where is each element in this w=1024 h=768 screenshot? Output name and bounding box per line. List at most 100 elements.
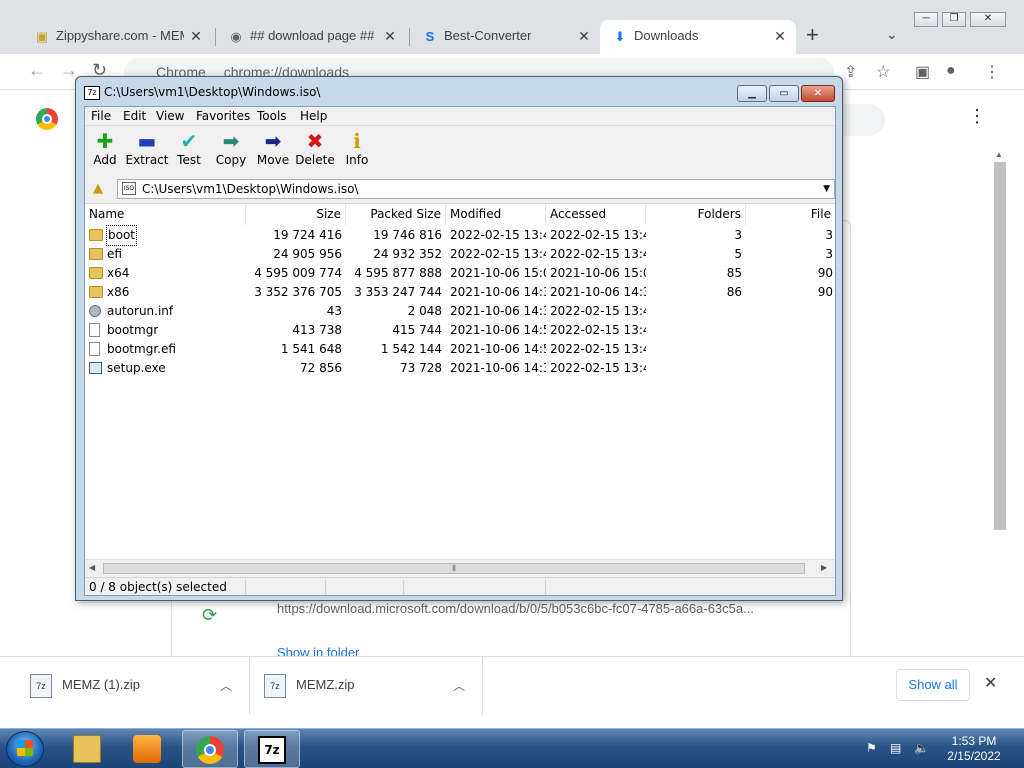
- file-list[interactable]: Name Size Packed Size Modified Accessed …: [85, 203, 835, 571]
- test-button[interactable]: ✔ Test: [167, 129, 211, 167]
- file-size: 72 856: [300, 361, 342, 375]
- download-url[interactable]: https://download.microsoft.com/download/…: [277, 601, 754, 616]
- menu-edit[interactable]: Edit: [123, 109, 146, 123]
- file-modified: 2021-10-06 14:38: [450, 285, 546, 299]
- file-row-efi[interactable]: efi 24 905 956 24 932 352 2022-02-15 13:47 2…: [85, 245, 835, 264]
- move-button[interactable]: ➡ Move: [251, 129, 295, 167]
- scrollbar-thumb[interactable]: [994, 162, 1006, 530]
- tab-download-page[interactable]: ◉ ## download page ## ✕: [216, 20, 406, 54]
- system-clock[interactable]: 1:53 PM 2/15/2022: [944, 734, 1004, 764]
- more-actions-icon[interactable]: ⋮: [968, 106, 986, 127]
- file-row-boot[interactable]: boot 19 724 416 19 746 816 2022-02-15 13:47…: [85, 225, 835, 246]
- close-window-button[interactable]: ✕: [801, 85, 835, 102]
- file-modified: 2021-10-06 14:59: [450, 323, 546, 337]
- status-bar: 0 / 8 object(s) selected: [85, 577, 835, 596]
- toolbar-label: Add: [93, 153, 117, 167]
- menu-tools[interactable]: Tools: [257, 109, 287, 123]
- file-row-bootmgr[interactable]: bootmgr 413 738 415 744 2021-10-06 14:59 202…: [85, 321, 835, 340]
- shelf-item[interactable]: 7z MEMZ.zip ︿: [250, 657, 483, 715]
- close-tab-icon[interactable]: ✕: [576, 20, 592, 52]
- show-all-button[interactable]: Show all: [896, 669, 970, 701]
- file-row-setup-exe[interactable]: setup.exe 72 856 73 728 2021-10-06 14:36 202…: [85, 359, 835, 378]
- shelf-item[interactable]: 7z MEMZ (1).zip ︿: [0, 657, 250, 715]
- profile-icon[interactable]: ●: [946, 62, 956, 80]
- column-header-size[interactable]: Size: [246, 204, 346, 225]
- tab-best-converter[interactable]: S Best-Converter ✕: [410, 20, 600, 54]
- taskbar-media-player[interactable]: [120, 730, 176, 768]
- taskbar-explorer[interactable]: [60, 730, 116, 768]
- file-row-x86[interactable]: x86 3 352 376 705 3 353 247 744 2021-10-06 …: [85, 283, 835, 302]
- column-header-folders[interactable]: Folders: [646, 204, 746, 225]
- file-accessed: 2022-02-15 13:47: [550, 342, 646, 356]
- file-packed: 24 932 352: [373, 247, 442, 261]
- chevron-up-icon[interactable]: ︿: [453, 677, 465, 694]
- file-modified: 2021-10-06 15:02: [450, 266, 546, 280]
- menu-icon[interactable]: ⋮: [984, 62, 1000, 82]
- back-icon[interactable]: ←: [28, 60, 46, 81]
- tab-downloads[interactable]: ⬇ Downloads ✕: [600, 20, 796, 54]
- close-window-button[interactable]: ✕: [970, 12, 1006, 27]
- volume-icon[interactable]: 🔈: [914, 741, 929, 755]
- scrollbar-thumb[interactable]: ⦀: [103, 563, 805, 574]
- maximize-button[interactable]: ❐: [942, 12, 966, 27]
- minimize-button[interactable]: ▁: [737, 85, 767, 102]
- info-button[interactable]: ℹ Info: [335, 129, 379, 167]
- network-icon[interactable]: ▤: [890, 741, 901, 755]
- horizontal-scrollbar[interactable]: ◀ ⦀ ▶: [85, 559, 835, 576]
- toolbar-label: Delete: [295, 153, 335, 167]
- close-shelf-button[interactable]: ✕: [984, 673, 997, 693]
- menu-help[interactable]: Help: [300, 109, 327, 123]
- extract-button[interactable]: ▬ Extract: [125, 129, 169, 167]
- file-accessed: 2022-02-15 13:47: [550, 361, 646, 375]
- file-files: 3: [825, 247, 833, 261]
- column-header-packed-size[interactable]: Packed Size: [346, 204, 446, 225]
- file-accessed: 2022-02-15 13:47: [550, 228, 646, 242]
- path-combobox[interactable]: ISO C:\Users\vm1\Desktop\Windows.iso\ ▼: [117, 179, 835, 199]
- tab-search-icon[interactable]: ⌄: [886, 26, 898, 43]
- page-scrollbar[interactable]: ▲ ▼: [992, 150, 1008, 711]
- scroll-right-arrow-icon[interactable]: ▶: [821, 563, 827, 572]
- file-packed: 2 048: [407, 304, 442, 318]
- chevron-down-icon[interactable]: ▼: [823, 180, 830, 198]
- menu-file[interactable]: File: [91, 109, 111, 123]
- add-icon: ✚: [96, 129, 114, 153]
- chevron-up-icon[interactable]: ︿: [220, 677, 232, 694]
- file-row-x64[interactable]: x64 4 595 009 774 4 595 877 888 2021-10-06 …: [85, 264, 835, 283]
- file-row-autorun-inf[interactable]: autorun.inf 43 2 048 2021-10-06 14:36 2022-0…: [85, 302, 835, 321]
- column-header-files[interactable]: File: [746, 204, 835, 225]
- close-tab-icon[interactable]: ✕: [188, 20, 204, 52]
- bookmark-star-icon[interactable]: ☆: [876, 62, 890, 82]
- close-tab-icon[interactable]: ✕: [772, 20, 788, 52]
- delete-button[interactable]: ✖ Delete: [293, 129, 337, 167]
- action-center-flag-icon[interactable]: ⚑: [866, 741, 877, 755]
- folder-up-icon[interactable]: ▲: [89, 180, 107, 198]
- new-tab-button[interactable]: +: [806, 24, 819, 46]
- file-name: boot: [105, 225, 138, 246]
- maximize-button[interactable]: ▭: [769, 85, 799, 102]
- zippyshare-icon: ▣: [35, 29, 49, 44]
- menu-favorites[interactable]: Favorites: [196, 109, 250, 123]
- scroll-up-arrow-icon[interactable]: ▲: [995, 150, 1003, 159]
- side-panel-icon[interactable]: ▣: [915, 62, 930, 82]
- add-button[interactable]: ✚ Add: [83, 129, 127, 167]
- taskbar-7zip[interactable]: 7z: [244, 730, 300, 768]
- file-row-bootmgr-efi[interactable]: bootmgr.efi 1 541 648 1 542 144 2021-10-06 …: [85, 340, 835, 359]
- column-header-name[interactable]: Name: [85, 204, 246, 225]
- copy-button[interactable]: ➡ Copy: [209, 129, 253, 167]
- scroll-left-arrow-icon[interactable]: ◀: [89, 563, 95, 572]
- file-name: x86: [107, 285, 130, 299]
- menu-view[interactable]: View: [156, 109, 184, 123]
- close-tab-icon[interactable]: ✕: [382, 20, 398, 52]
- taskbar-chrome[interactable]: [182, 730, 238, 768]
- minimize-button[interactable]: ─: [914, 12, 938, 27]
- file-size: 43: [326, 304, 342, 318]
- column-header-modified[interactable]: Modified: [446, 204, 546, 225]
- file-files: 3: [825, 228, 833, 242]
- tab-label: ## download page ##: [250, 28, 375, 43]
- start-button[interactable]: [6, 731, 44, 767]
- media-player-icon: [133, 735, 161, 763]
- column-header-accessed[interactable]: Accessed: [546, 204, 646, 225]
- file-folders: 85: [726, 266, 742, 280]
- share-icon[interactable]: ⇪: [844, 62, 857, 82]
- tab-zippyshare[interactable]: ▣ Zippyshare.com - MEMZ ✕: [22, 20, 212, 54]
